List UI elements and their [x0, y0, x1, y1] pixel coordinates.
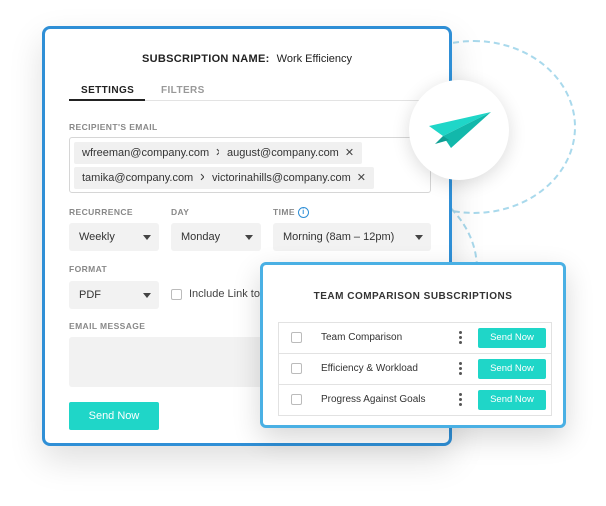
chevron-down-icon — [245, 235, 253, 240]
chevron-down-icon — [143, 293, 151, 298]
list-item: Efficiency & Workload Send Now — [279, 354, 551, 385]
include-link-checkbox[interactable] — [171, 289, 182, 300]
chevron-down-icon — [415, 235, 423, 240]
row-send-now-button[interactable]: Send Now — [478, 359, 546, 379]
row-label: Efficiency & Workload — [321, 363, 418, 374]
row-label: Progress Against Goals — [321, 394, 426, 405]
format-label: FORMAT — [69, 264, 108, 274]
remove-chip-icon[interactable]: ✕ — [345, 147, 354, 159]
team-comparison-popup: TEAM COMPARISON SUBSCRIPTIONS Team Compa… — [260, 262, 566, 428]
time-select[interactable]: Morning (8am – 12pm) — [273, 223, 431, 251]
more-vertical-icon[interactable] — [459, 393, 463, 407]
remove-chip-icon[interactable]: ✕ — [357, 172, 366, 184]
time-label-text: TIME — [273, 207, 295, 217]
time-value: Morning (8am – 12pm) — [283, 231, 395, 243]
email-chip-text: wfreeman@company.com — [82, 147, 210, 159]
send-now-button[interactable]: Send Now — [69, 402, 159, 430]
day-select[interactable]: Monday — [171, 223, 261, 251]
format-value: PDF — [79, 289, 101, 301]
email-chip: tamika@company.com✕ — [74, 167, 217, 189]
format-select[interactable]: PDF — [69, 281, 159, 309]
subscription-list: Team Comparison Send Now Efficiency & Wo… — [278, 322, 552, 416]
tab-divider — [145, 100, 425, 101]
subscription-name: SUBSCRIPTION NAME: Work Efficiency — [45, 53, 449, 65]
email-chip: august@company.com ✕ — [219, 142, 363, 164]
email-chip: wfreeman@company.com✕ — [74, 142, 233, 164]
email-chip-text: victorinahills@company.com — [212, 172, 351, 184]
paper-plane-icon — [429, 112, 491, 148]
chevron-down-icon — [143, 235, 151, 240]
row-checkbox[interactable] — [291, 363, 302, 374]
email-message-label: EMAIL MESSAGE — [69, 321, 146, 331]
list-item: Team Comparison Send Now — [279, 323, 551, 354]
list-item: Progress Against Goals Send Now — [279, 385, 551, 415]
tab-settings[interactable]: SETTINGS — [81, 85, 134, 96]
info-icon[interactable]: i — [297, 207, 309, 219]
recurrence-value: Weekly — [79, 231, 115, 243]
row-send-now-button[interactable]: Send Now — [478, 328, 546, 348]
row-label: Team Comparison — [321, 332, 403, 343]
more-vertical-icon[interactable] — [459, 362, 463, 376]
recurrence-select[interactable]: Weekly — [69, 223, 159, 251]
day-value: Monday — [181, 231, 221, 243]
paper-plane-badge — [409, 80, 509, 180]
more-vertical-icon[interactable] — [459, 331, 463, 345]
row-checkbox[interactable] — [291, 332, 302, 343]
recipients-label: RECIPIENT'S EMAIL — [69, 122, 158, 132]
popup-title: TEAM COMPARISON SUBSCRIPTIONS — [313, 291, 513, 302]
subscription-name-value: Work Efficiency — [276, 53, 353, 65]
day-label: DAY — [171, 207, 190, 217]
recipients-input[interactable]: wfreeman@company.com✕ august@company.com… — [69, 137, 431, 193]
email-chip-text: august@company.com — [227, 147, 339, 159]
recurrence-label: RECURRENCE — [69, 207, 133, 217]
subscription-name-label: SUBSCRIPTION NAME: — [141, 53, 270, 65]
row-checkbox[interactable] — [291, 394, 302, 405]
tab-filters[interactable]: FILTERS — [161, 85, 205, 96]
active-tab-indicator — [69, 99, 145, 101]
email-chip-text: tamika@company.com — [82, 172, 194, 184]
email-chip: victorinahills@company.com ✕ — [204, 167, 374, 189]
row-send-now-button[interactable]: Send Now — [478, 390, 546, 410]
include-link-label: Include Link to D — [189, 288, 271, 300]
time-label: TIME i — [273, 207, 309, 219]
